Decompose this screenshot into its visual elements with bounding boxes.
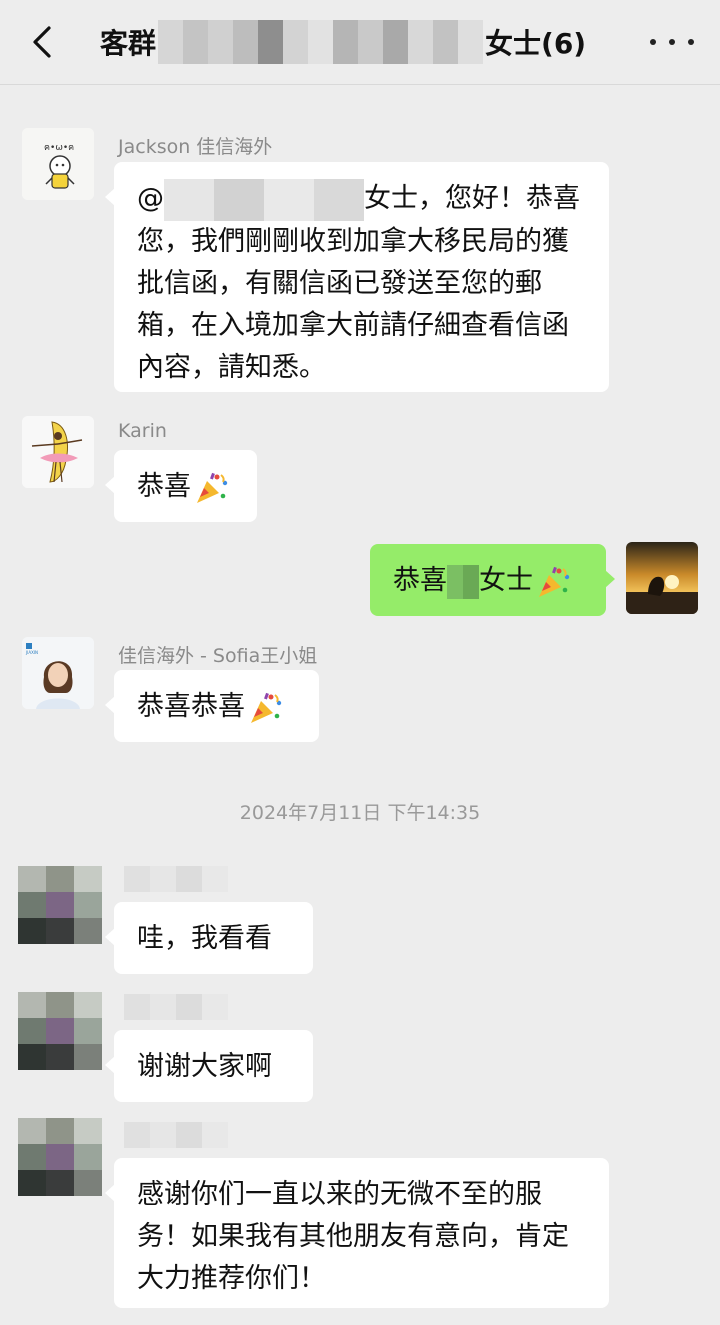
message-bubble[interactable]: 感谢你们一直以来的无微不至的服务！如果我有其他朋友有意向，肯定大力推荐你们！ — [105, 1158, 609, 1308]
redacted-name — [447, 564, 479, 599]
profile-photo-icon: JIAXIN — [22, 637, 94, 709]
sender-name: 佳信海外 - Sofia王小姐 — [118, 645, 318, 667]
redacted-mention — [164, 178, 364, 221]
chat-title-suffix: 女士(6) — [485, 27, 587, 60]
redacted-name-mosaic — [158, 20, 484, 64]
party-popper-icon — [251, 692, 282, 723]
chat-title-prefix: 客群 — [100, 27, 157, 60]
party-popper-icon — [539, 566, 570, 597]
back-button[interactable] — [22, 22, 62, 62]
sender-name: Karin — [118, 420, 167, 442]
back-arrow-icon — [33, 26, 51, 58]
avatar[interactable] — [22, 416, 94, 488]
message-bubble[interactable]: 哇，我看看 — [105, 902, 313, 974]
message-text: 女士 — [479, 565, 533, 596]
avatar-mosaic[interactable] — [18, 866, 102, 944]
more-options-icon — [650, 39, 656, 45]
message-text: 恭喜 — [393, 565, 447, 596]
avatar[interactable]: ฅ•ω•ฅ — [22, 128, 94, 200]
redacted-sender-name — [124, 866, 228, 892]
avatar-self[interactable] — [626, 542, 698, 614]
svg-text:JIAXIN: JIAXIN — [25, 650, 38, 655]
avatar[interactable]: JIAXIN — [22, 637, 94, 709]
chat-title: 客群 女士(6) — [100, 20, 586, 64]
svg-text:ฅ•ω•ฅ: ฅ•ω•ฅ — [44, 143, 74, 153]
message-timestamp: 2024年7月11日 下午14:35 — [239, 802, 481, 824]
more-options-button[interactable] — [650, 26, 694, 58]
message-text: 恭喜恭喜 — [137, 691, 245, 722]
redacted-sender-name — [124, 1122, 228, 1148]
avatar-mosaic[interactable] — [18, 992, 102, 1070]
message-text: 感谢你们一直以来的无微不至的服务！如果我有其他朋友有意向，肯定大力推荐你们！ — [137, 1179, 569, 1294]
message-bubble[interactable]: @ 女士，您好！恭喜您，我們剛剛收到加拿大移民局的獲批信函，有關信函已發送至您的郵… — [105, 162, 609, 392]
message-text: 谢谢大家啊 — [137, 1051, 272, 1082]
avatar-mosaic[interactable] — [18, 1118, 102, 1196]
message-bubble[interactable]: 谢谢大家啊 — [105, 1030, 313, 1102]
message-bubble[interactable]: 恭喜 — [105, 450, 257, 522]
message-text: 恭喜 — [137, 471, 191, 502]
cartoon-avatar-icon: ฅ•ω•ฅ — [22, 128, 94, 200]
chat-header: 客群 女士(6) — [0, 0, 720, 85]
message-text: 哇，我看看 — [137, 923, 272, 954]
sender-name: Jackson 佳信海外 — [118, 136, 273, 158]
mention-at: @ — [137, 183, 164, 214]
redacted-sender-name — [124, 994, 228, 1020]
message-bubble-self[interactable]: 恭喜 女士 — [370, 544, 615, 616]
dancer-avatar-icon — [22, 416, 94, 488]
message-bubble[interactable]: 恭喜恭喜 — [105, 670, 319, 742]
sunset-photo-icon — [626, 542, 698, 614]
party-popper-icon — [197, 472, 228, 503]
